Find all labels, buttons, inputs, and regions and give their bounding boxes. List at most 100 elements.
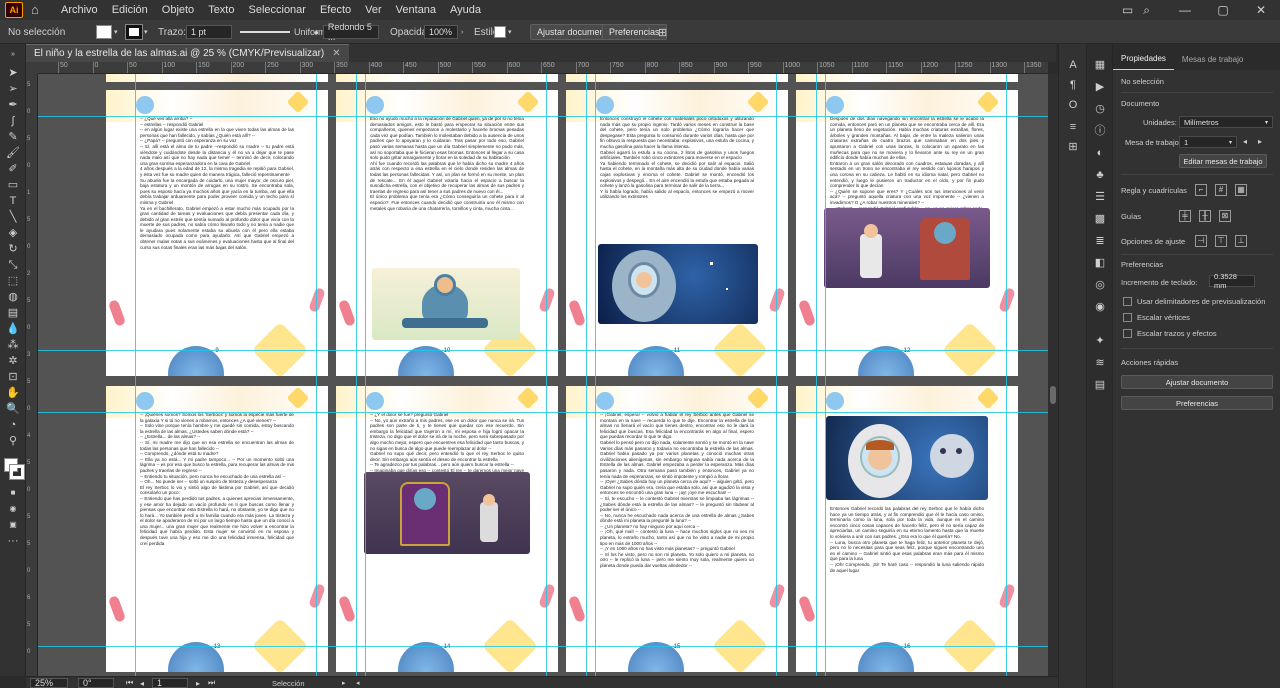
- chevron-down-icon[interactable]: ▾: [114, 28, 118, 36]
- chevron-down-icon[interactable]: ▾: [508, 28, 512, 36]
- artboard-partial[interactable]: [566, 74, 788, 82]
- next-artboard-icon[interactable]: ▸: [196, 678, 200, 688]
- blend-tool-icon[interactable]: ⁂: [6, 338, 20, 352]
- stroke-panel-icon[interactable]: ≣: [1093, 234, 1107, 248]
- color-mode-icon[interactable]: ■: [6, 486, 20, 500]
- gradient-panel-icon[interactable]: ◧: [1093, 256, 1107, 270]
- keyboard-increment-field[interactable]: 0.3528 mm: [1209, 272, 1255, 290]
- next-artboard-icon[interactable]: ▸: [1258, 137, 1262, 146]
- stroke-swatch[interactable]: [125, 24, 143, 40]
- zoom-dropdown[interactable]: 25%: [30, 678, 68, 688]
- pencil-tool-icon[interactable]: ✎: [6, 130, 20, 144]
- maximize-button[interactable]: ▢: [1204, 0, 1242, 20]
- guide-vertical[interactable]: [135, 74, 136, 676]
- artboard-nav-field[interactable]: 1: [152, 678, 188, 688]
- tab-artboards[interactable]: Mesas de trabajo: [1174, 55, 1251, 70]
- graphic-styles-icon[interactable]: ✦: [1093, 334, 1107, 348]
- eraser-tool-icon[interactable]: ◈: [6, 226, 20, 240]
- page-body-text[interactable]: -- ¿Qué ves allá arriba? -- -- estrellas…: [140, 116, 294, 326]
- menu-ventana[interactable]: Ventana: [396, 4, 436, 16]
- page-body-text[interactable]: -- ¡Quiénes somos? Somos los 'Serbocs' y…: [140, 412, 294, 636]
- measure-tool-icon[interactable]: ◔: [6, 418, 20, 432]
- grid-toggle-icon[interactable]: #: [1215, 184, 1227, 196]
- guide-horizontal[interactable]: [38, 412, 1048, 413]
- direct-selection-tool-icon[interactable]: ➢: [6, 82, 20, 96]
- preferences-button[interactable]: Preferencias: [602, 24, 667, 40]
- artboard-canvas[interactable]: -- ¿Qué ves allá arriba? -- -- estrellas…: [38, 74, 1048, 676]
- artboard-tool-icon[interactable]: ⊡: [6, 370, 20, 384]
- fill-swatch[interactable]: [96, 25, 112, 39]
- snap-point-icon[interactable]: ⊣: [1195, 235, 1207, 247]
- layers-icon[interactable]: ≋: [1093, 356, 1107, 370]
- screen-mode-icon[interactable]: ▣: [6, 518, 20, 532]
- slice-tool-icon[interactable]: ⚲: [6, 434, 20, 448]
- artboard-page-15[interactable]: -- ¡Gabriel, espera! -- volvió a hablar …: [566, 386, 788, 672]
- snap-glyph-icon[interactable]: ⊥: [1235, 235, 1247, 247]
- stroke-width-field[interactable]: 1 pt: [186, 25, 232, 39]
- scale-strokes-checkbox[interactable]: [1123, 329, 1132, 338]
- last-artboard-icon[interactable]: ⏭: [208, 678, 215, 688]
- search-icon[interactable]: ⌕: [1143, 3, 1150, 18]
- symbol-sprayer-tool-icon[interactable]: ✲: [6, 354, 20, 368]
- graphic-style-swatch[interactable]: [494, 26, 506, 38]
- minimize-button[interactable]: —: [1166, 0, 1204, 20]
- vertical-scrollbar[interactable]: [1048, 74, 1058, 676]
- close-tab-icon[interactable]: ✕: [332, 48, 340, 59]
- guide-vertical[interactable]: [825, 74, 826, 676]
- guide-vertical[interactable]: [776, 74, 777, 676]
- character-panel-icon[interactable]: A: [1066, 58, 1080, 72]
- opacity-field[interactable]: 100%: [424, 25, 458, 39]
- arrange-icon[interactable]: ⊞: [658, 24, 667, 40]
- guide-vertical[interactable]: [586, 74, 587, 676]
- rectangle-tool-icon[interactable]: ▭: [6, 178, 20, 192]
- menu-texto[interactable]: Texto: [208, 4, 234, 16]
- transparency-icon[interactable]: ◎: [1093, 278, 1107, 292]
- free-transform-tool-icon[interactable]: ⬚: [6, 274, 20, 288]
- align-panel-icon[interactable]: ≡: [1066, 120, 1080, 134]
- tab-properties[interactable]: Propiedades: [1113, 54, 1174, 70]
- scale-tool-icon[interactable]: ⤡: [6, 258, 20, 272]
- document-tab[interactable]: El niño y la estrella de las almas.ai @ …: [26, 44, 349, 62]
- zoom-tool-icon[interactable]: 🔍: [6, 402, 20, 416]
- guide-vertical[interactable]: [1006, 74, 1007, 676]
- libraries-icon[interactable]: ▦: [1093, 58, 1107, 72]
- menu-edicion[interactable]: Edición: [112, 4, 148, 16]
- menu-ver[interactable]: Ver: [365, 4, 382, 16]
- artboard-page-9[interactable]: -- ¿Qué ves allá arriba? -- -- estrellas…: [106, 90, 328, 376]
- page-body-text[interactable]: Entonces Gabriel recordó las palabras de…: [830, 506, 984, 616]
- line-tool-icon[interactable]: ╲: [6, 210, 20, 224]
- scale-corners-checkbox[interactable]: [1123, 313, 1132, 322]
- home-icon[interactable]: ⌂: [31, 3, 45, 17]
- guide-vertical[interactable]: [365, 74, 366, 676]
- appearance-icon[interactable]: ◉: [1093, 300, 1107, 314]
- ruler-origin[interactable]: [26, 62, 38, 74]
- workspace-icon[interactable]: ▭: [1122, 3, 1133, 18]
- guide-horizontal[interactable]: [38, 116, 1048, 117]
- shaper-tool-icon[interactable]: ✐: [6, 162, 20, 176]
- scroll-left-icon[interactable]: ◂: [356, 678, 360, 688]
- rotation-dropdown[interactable]: 0°: [78, 678, 114, 688]
- story-illustration[interactable]: [364, 472, 530, 554]
- actions-icon[interactable]: ▶: [1093, 80, 1107, 94]
- info-icon[interactable]: ⓘ: [1093, 124, 1107, 138]
- guides-lock-icon[interactable]: ╫: [1199, 210, 1211, 222]
- chevron-down-icon[interactable]: ▾: [144, 28, 148, 36]
- brush-dropdown[interactable]: Redondo 5 ...: [322, 22, 379, 42]
- brush-tool-icon[interactable]: 🖌: [6, 146, 20, 160]
- artboard-dropdown[interactable]: 1 ▾: [1179, 136, 1237, 148]
- artboard-page-16[interactable]: Entonces Gabriel recordó las palabras de…: [796, 386, 1018, 672]
- stroke-color-swatch[interactable]: [9, 464, 25, 480]
- more-tools-icon[interactable]: ···: [6, 534, 20, 548]
- hand-tool-icon[interactable]: ✋: [6, 386, 20, 400]
- page-body-text[interactable]: Entonces construyó el cohete con materia…: [600, 116, 754, 238]
- artboard-page-13[interactable]: -- ¡Quiénes somos? Somos los 'Serbocs' y…: [106, 386, 328, 672]
- menu-archivo[interactable]: Archivo: [61, 4, 98, 16]
- page-body-text[interactable]: -- ¡Gabriel, espera! -- volvió a hablar …: [600, 412, 754, 636]
- scrollbar-thumb[interactable]: [1050, 386, 1056, 404]
- eyedropper-tool-icon[interactable]: 💧: [6, 322, 20, 336]
- ruler-toggle-icon[interactable]: ⌐: [1195, 184, 1207, 196]
- selection-tool-icon[interactable]: ➤: [6, 66, 20, 80]
- guide-vertical[interactable]: [316, 74, 317, 676]
- guide-vertical[interactable]: [356, 74, 357, 676]
- guides-clear-icon[interactable]: ⊠: [1219, 210, 1231, 222]
